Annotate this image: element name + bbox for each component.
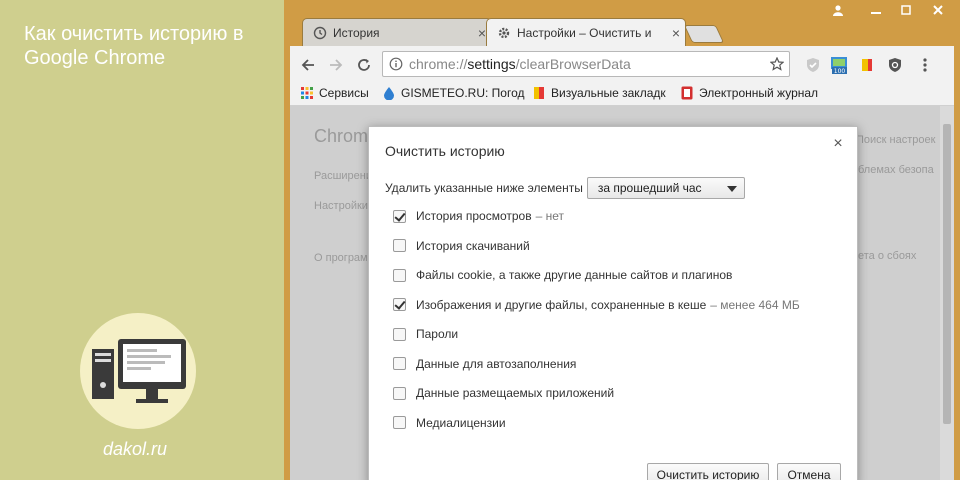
scrollbar-thumb[interactable] — [943, 124, 951, 424]
promo-title: Как очистить историю в Google Chrome — [24, 23, 244, 69]
close-icon[interactable]: × — [667, 25, 685, 41]
period-row: Удалить указанные ниже элементы за проше… — [385, 177, 745, 199]
option-label: Файлы cookie, а также другие данные сайт… — [416, 268, 733, 282]
option-label: Изображения и другие файлы, сохраненные … — [416, 297, 707, 312]
toolbar: chrome://settings/clearBrowserData 100 — [290, 46, 954, 82]
reload-button[interactable] — [354, 55, 374, 75]
option-label: История скачиваний — [416, 238, 530, 253]
tab-label: Настройки – Очистить и — [517, 25, 652, 40]
option-checkbox[interactable] — [393, 386, 406, 400]
period-value: за прошедший час — [597, 181, 702, 195]
option-note: – менее 464 МБ — [710, 297, 800, 312]
bookmark-label: Электронный журнал — [699, 86, 819, 100]
option-checkbox[interactable] — [393, 327, 406, 341]
period-select[interactable]: за прошедший час — [586, 177, 745, 199]
scrollbar[interactable] — [940, 106, 954, 480]
background-text: ета о сбоях — [858, 250, 917, 262]
security-extension-icon[interactable] — [884, 54, 906, 76]
bookmark-item[interactable]: Сервисы — [300, 86, 369, 100]
bookmark-label: Сервисы — [319, 86, 369, 100]
star-icon[interactable] — [765, 57, 789, 71]
user-icon[interactable] — [820, 0, 856, 20]
option-label: Медиалицензии — [416, 415, 506, 430]
bookmark-label: GISMETEO.RU: Погод — [401, 86, 525, 100]
bookmarks-bar: Сервисы GISMETEO.RU: Погод Визуальные за… — [290, 82, 954, 106]
tab-strip: История × Настройки – Очистить и × — [284, 0, 960, 46]
option-row[interactable]: Пароли — [393, 327, 458, 341]
period-label: Удалить указанные ниже элементы — [385, 181, 583, 195]
option-checkbox[interactable] — [393, 268, 406, 282]
settings-search-input[interactable]: Поиск настроек — [856, 134, 935, 146]
forward-button[interactable] — [326, 55, 346, 75]
option-checkbox[interactable] — [393, 357, 406, 370]
clear-history-button[interactable]: Очистить историю — [647, 463, 769, 480]
computer-logo-icon — [80, 313, 196, 429]
back-button[interactable] — [298, 55, 318, 75]
window-close-button[interactable] — [920, 0, 956, 20]
option-row[interactable]: Файлы cookie, а также другие данные сайт… — [393, 268, 732, 282]
url-text: chrome://settings/clearBrowserData — [409, 56, 765, 72]
counter-extension-icon[interactable]: 100 — [828, 54, 850, 76]
option-row[interactable]: Данные для автозаполнения — [393, 357, 576, 371]
journal-icon — [680, 86, 694, 100]
option-row[interactable]: Изображения и другие файлы, сохраненные … — [393, 298, 800, 312]
option-checkbox[interactable] — [393, 416, 406, 429]
option-checkbox[interactable] — [393, 209, 406, 223]
url-scheme: chrome:// — [409, 56, 468, 72]
dialog-title: Очистить историю — [385, 143, 505, 159]
gear-icon — [497, 26, 511, 40]
bookmark-flag-icon — [532, 86, 546, 100]
option-label: Пароли — [416, 327, 459, 341]
menu-icon[interactable] — [914, 54, 936, 76]
tab-settings[interactable]: Настройки – Очистить и × — [486, 18, 686, 46]
option-checkbox[interactable] — [393, 239, 406, 252]
info-icon[interactable] — [383, 57, 409, 71]
maximize-button[interactable] — [888, 0, 924, 20]
option-checkbox[interactable] — [393, 298, 406, 311]
option-row[interactable]: История просмотров – нет — [393, 209, 564, 223]
tab-history[interactable]: История × — [302, 18, 492, 46]
background-text: блемах безопа — [858, 164, 934, 176]
option-note: – нет — [535, 209, 564, 223]
bookmark-flag-icon[interactable] — [856, 54, 878, 76]
option-label: Данные размещаемых приложений — [416, 386, 615, 400]
site-name: dakol.ru — [103, 439, 168, 459]
bookmark-item[interactable]: Визуальные закладк — [532, 86, 666, 100]
option-label: История просмотров — [416, 209, 532, 223]
bookmark-item[interactable]: Электронный журнал — [680, 86, 818, 100]
close-icon[interactable]: × — [829, 135, 847, 153]
apps-grid-icon — [300, 86, 314, 100]
bookmark-item[interactable]: GISMETEO.RU: Погод — [382, 86, 525, 100]
address-bar[interactable]: chrome://settings/clearBrowserData — [382, 51, 790, 77]
cancel-button[interactable]: Отмена — [777, 463, 841, 480]
option-row[interactable]: Данные размещаемых приложений — [393, 386, 614, 400]
clear-history-dialog: Очистить историю × Удалить указанные ниж… — [368, 126, 858, 480]
history-icon — [313, 26, 327, 40]
nav-settings[interactable]: Настройки — [314, 200, 368, 212]
new-tab-button[interactable] — [683, 25, 725, 43]
promo-panel: Как очистить историю в Google Chrome dak… — [0, 0, 284, 480]
tab-label: История — [333, 25, 380, 40]
weather-drop-icon — [382, 86, 396, 100]
url-path: /clearBrowserData — [515, 56, 631, 72]
shield-icon[interactable] — [802, 54, 824, 76]
svg-text:100: 100 — [834, 68, 846, 75]
option-row[interactable]: История скачиваний — [393, 239, 530, 253]
bookmark-label: Визуальные закладк — [551, 86, 666, 100]
option-label: Данные для автозаполнения — [416, 356, 577, 371]
chevron-down-icon — [726, 186, 737, 192]
option-row[interactable]: Медиалицензии — [393, 416, 506, 430]
url-host: settings — [467, 56, 516, 72]
